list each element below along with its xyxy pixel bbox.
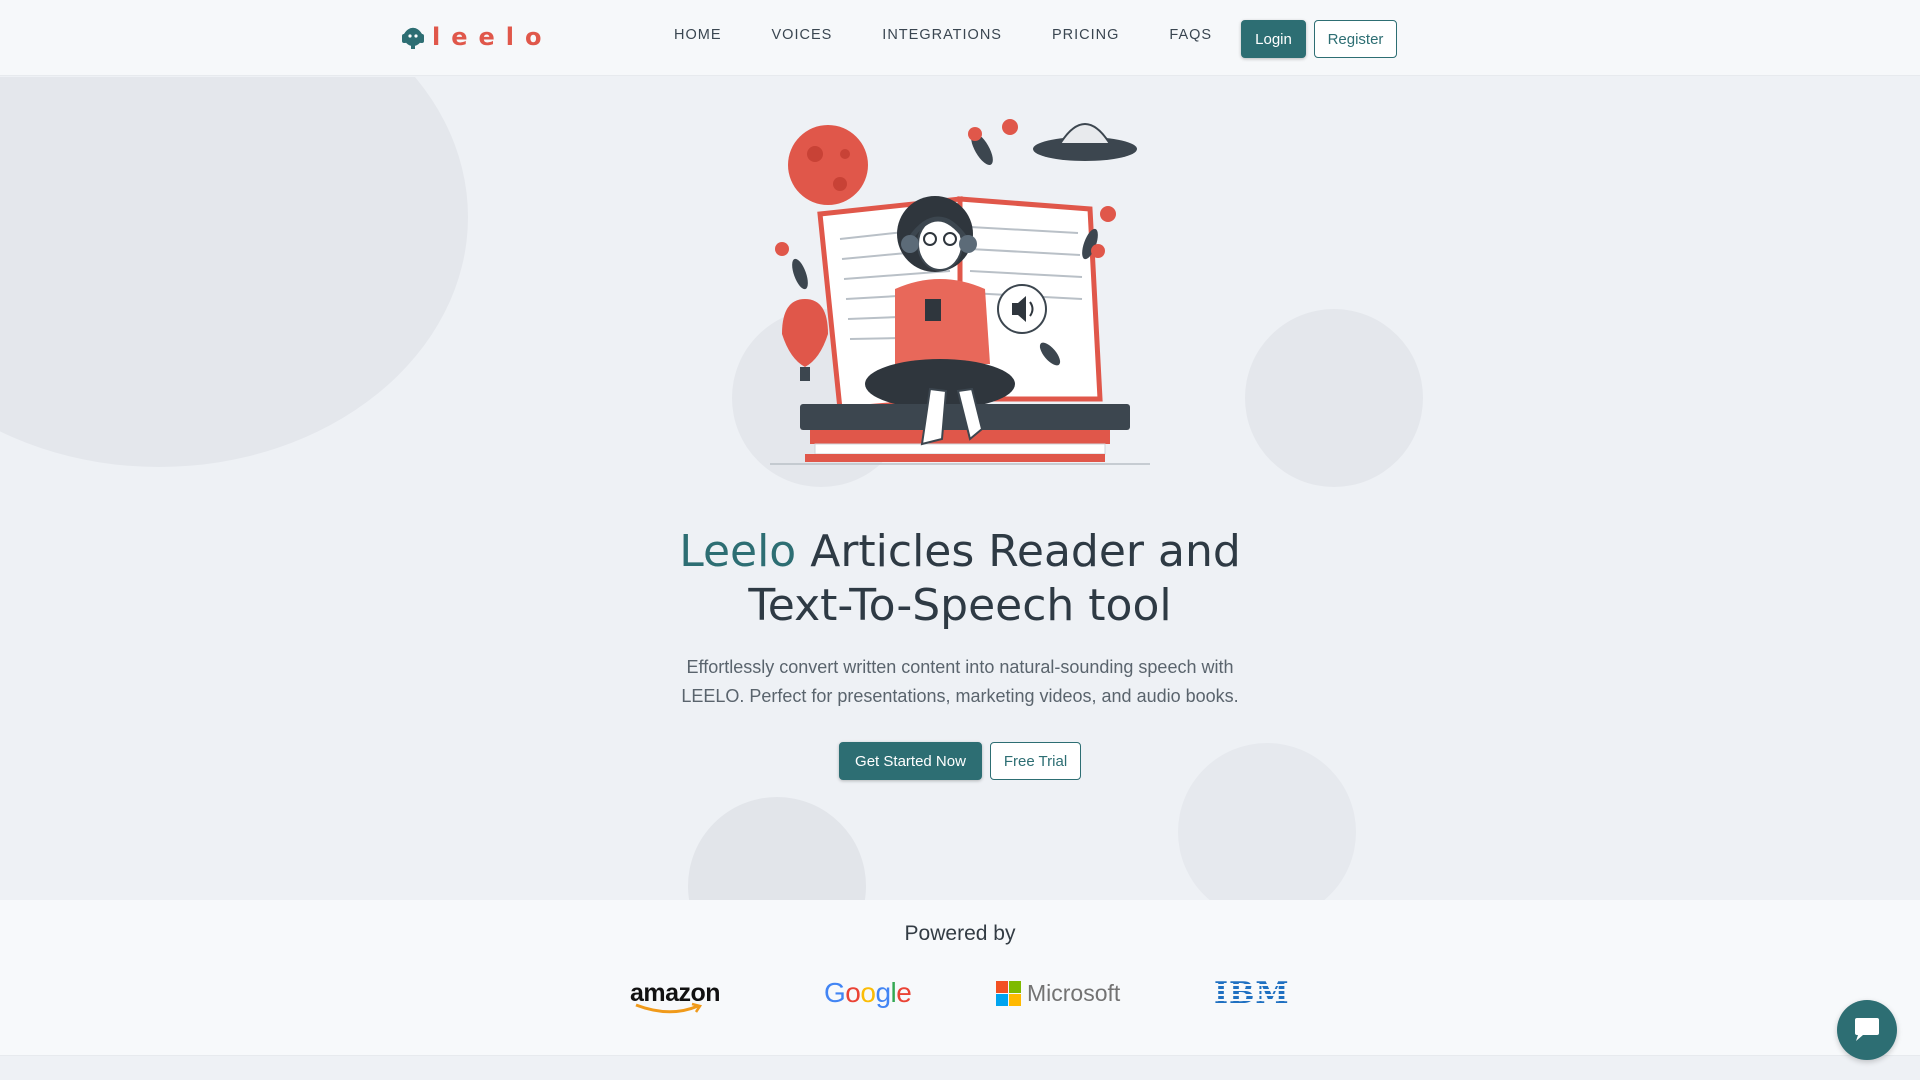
login-button[interactable]: Login [1241,20,1306,58]
nav-pricing[interactable]: PRICING [1052,27,1119,43]
microsoft-logo: Microsoft [996,972,1120,1014]
get-started-button[interactable]: Get Started Now [839,742,982,780]
amazon-logo: amazon [630,972,721,1014]
logo-wordmark: leelo [432,23,553,51]
hero-subtitle-line1: Effortlessly convert written content int… [686,657,1234,677]
hero-subtitle: Effortlessly convert written content int… [0,653,1920,711]
nav-integrations[interactable]: INTEGRATIONS [882,27,1002,43]
hero-subtitle-line2: LEELO. Perfect for presentations, market… [681,686,1239,706]
nav-faqs[interactable]: FAQS [1169,27,1212,43]
ibm-logo: IBM [1214,972,1290,1014]
google-logo-text: Google [824,977,912,1008]
ibm-logo-text: IBM [1214,975,1290,1011]
hero-title: Leelo Articles Reader and Text-To-Speech… [0,525,1920,633]
decorative-circle [688,797,866,900]
hero-section: Leelo Articles Reader and Text-To-Speech… [0,77,1920,900]
decorative-circle [1178,743,1356,900]
hero-title-line2: Text-To-Speech tool [748,580,1172,631]
chat-bubble-icon [1855,1018,1879,1041]
nav-voices[interactable]: VOICES [772,27,833,43]
logo-headphones-icon [402,27,424,49]
powered-by-title: Powered by [904,922,1016,945]
decorative-circle [0,77,468,467]
chat-button[interactable] [1837,1000,1897,1060]
powered-by-section: Powered by amazon Google Microsoft IBM [0,900,1920,1056]
nav-home[interactable]: HOME [674,27,722,43]
main-nav: HOME VOICES INTEGRATIONS PRICING FAQS [674,27,1262,43]
decorative-circle [1245,309,1423,487]
microsoft-squares-icon [996,980,1021,1006]
woman-reading-book-with-headphones-illustration [770,119,1150,465]
site-logo[interactable]: leelo [400,22,553,52]
google-logo: Google [824,972,912,1014]
hero-title-brand: Leelo [679,526,797,577]
hero-title-line1: Articles Reader and [796,526,1241,577]
free-trial-button[interactable]: Free Trial [990,742,1081,780]
register-button[interactable]: Register [1314,20,1397,58]
amazon-smile-icon [635,1002,703,1014]
microsoft-logo-text: Microsoft [1027,979,1121,1006]
top-navbar: leelo HOME VOICES INTEGRATIONS PRICING F… [0,0,1920,76]
